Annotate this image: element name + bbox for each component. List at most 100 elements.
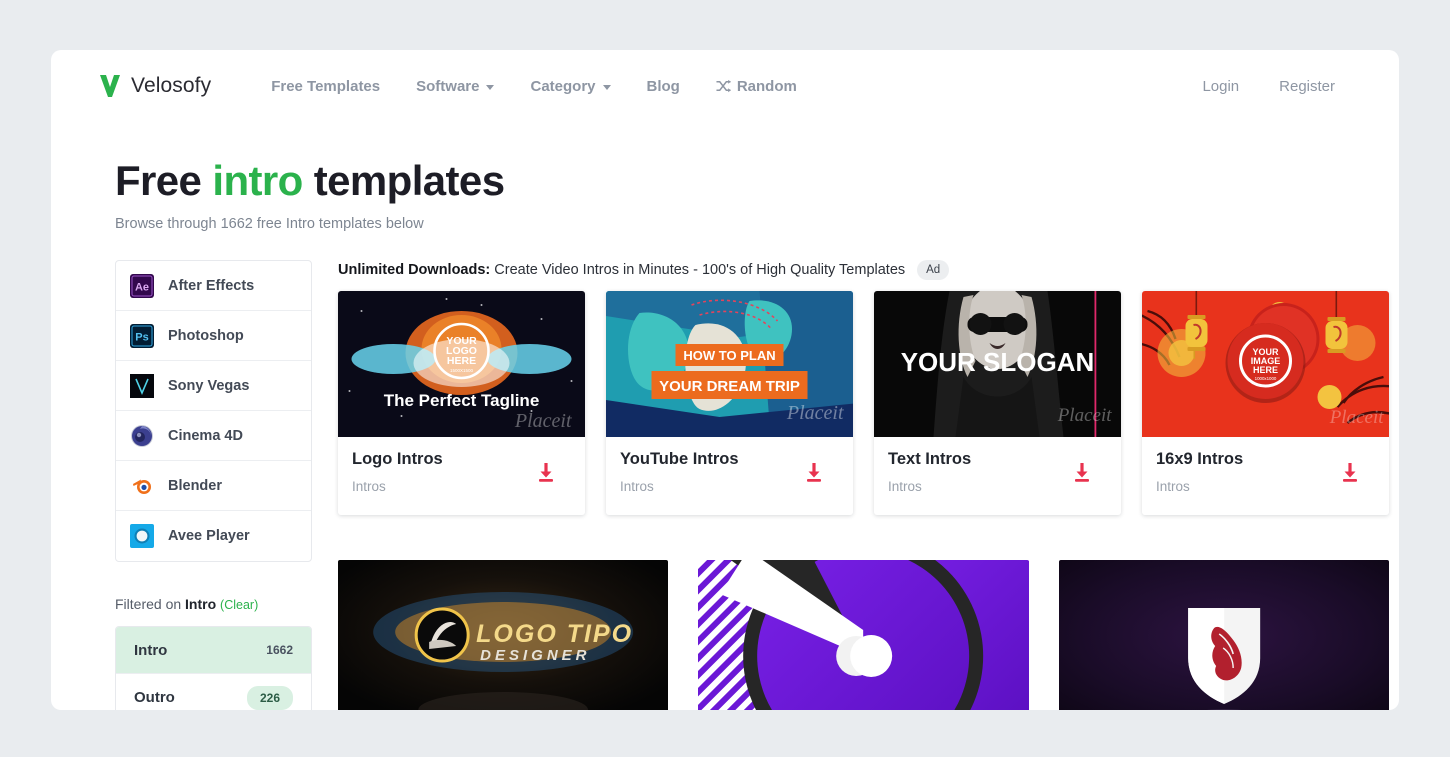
page-title-pre: Free	[115, 157, 213, 204]
nav-links: Free Templates Software Category Blog Ra…	[253, 70, 815, 103]
blender-icon	[130, 474, 154, 498]
template-thumb-white-shield-red-wolf[interactable]	[1058, 560, 1389, 710]
nav-link-label: Blog	[646, 77, 680, 95]
filtered-on-label: Filtered on Intro (Clear)	[115, 596, 312, 612]
software-filter-list: Ae After Effects Ps Photoshop Sony Vegas…	[115, 260, 312, 563]
download-icon[interactable]	[539, 463, 571, 499]
chevron-down-icon	[486, 84, 495, 90]
svg-text:LOGO TIPO: LOGO TIPO	[476, 620, 633, 648]
svg-text:1500X1500: 1500X1500	[450, 368, 474, 373]
ad-card-text-intros[interactable]: YOUR SLOGAN Placeit Text Intros Intros	[874, 291, 1121, 516]
ad-card-meta: YouTube Intros Intros	[606, 437, 853, 515]
nav-link-category[interactable]: Category	[512, 70, 628, 103]
after-effects-icon: Ae	[130, 273, 154, 298]
page-subtitle: Browse through 1662 free Intro templates…	[115, 216, 424, 233]
brand-logo[interactable]: Velosofy	[99, 74, 211, 98]
page-title-highlight: intro	[212, 157, 303, 204]
category-filter-list: Intro 1662 Outro 226	[115, 626, 312, 710]
sidebar-item-blender[interactable]: Blender	[116, 461, 311, 512]
nav-link-blog[interactable]: Blog	[629, 70, 698, 103]
travel-map-intro-thumbnail: HOW TO PLAN YOUR DREAM TRIP Placeit	[606, 291, 853, 438]
nav-link-label: Category	[530, 77, 596, 95]
ad-card-16x9-intros[interactable]: YOUR IMAGE HERE 1000x1000 Placeit 16x9 I…	[1142, 291, 1389, 516]
navbar: Velosofy Free Templates Software Categor…	[51, 50, 1399, 122]
sony-vegas-icon	[130, 373, 154, 398]
avee-player-icon	[130, 524, 154, 549]
ad-card-meta: 16x9 Intros Intros	[1142, 437, 1389, 515]
velosofy-v-logo-icon	[99, 74, 121, 98]
download-icon[interactable]	[1343, 463, 1375, 499]
filter-row-outro[interactable]: Outro 226	[116, 674, 311, 710]
filtered-value: Intro	[185, 596, 217, 613]
filter-count-badge: 226	[246, 685, 293, 710]
ad-banner-bold: Unlimited Downloads:	[338, 262, 491, 279]
template-thumb-logo-tipo-designer[interactable]: LOGO TIPO DESIGNER	[338, 560, 669, 710]
sidebar-item-label: Cinema 4D	[168, 427, 243, 444]
template-thumb-purple-circle-stripes[interactable]	[698, 560, 1029, 710]
login-button[interactable]: Login	[1190, 70, 1251, 103]
sidebar-item-after-effects[interactable]: Ae After Effects	[116, 261, 311, 312]
ad-card-logo-intros[interactable]: YOUR LOGO HERE 1500X1500 The Perfect Tag…	[338, 291, 585, 516]
sidebar: Ae After Effects Ps Photoshop Sony Vegas…	[115, 260, 312, 710]
svg-text:DESIGNER: DESIGNER	[480, 647, 590, 664]
sidebar-item-label: Photoshop	[168, 327, 244, 344]
download-icon[interactable]	[807, 463, 839, 499]
cinema-4d-icon	[130, 424, 154, 448]
sidebar-item-avee-player[interactable]: Avee Player	[116, 511, 311, 561]
page-container: Velosofy Free Templates Software Categor…	[51, 50, 1399, 710]
nav-link-label: Random	[736, 77, 797, 95]
nav-link-free-templates[interactable]: Free Templates	[253, 70, 398, 103]
svg-text:HERE: HERE	[447, 355, 476, 367]
nav-link-label: Free Templates	[271, 77, 381, 95]
page-title: Free intro templates	[115, 157, 1399, 204]
download-icon[interactable]	[1075, 463, 1107, 499]
svg-text:Placeit: Placeit	[1329, 407, 1385, 428]
ad-banner-text[interactable]: Unlimited Downloads: Create Video Intros…	[338, 262, 905, 278]
filtered-prefix: Filtered on	[115, 596, 186, 613]
nav-auth-group: Login Register	[1190, 70, 1347, 103]
nav-link-random[interactable]: Random	[698, 70, 815, 103]
nav-link-software[interactable]: Software	[398, 70, 512, 103]
register-button[interactable]: Register	[1267, 70, 1347, 103]
clear-filter-link[interactable]: (Clear)	[220, 598, 258, 612]
ad-card-grid: YOUR LOGO HERE 1500X1500 The Perfect Tag…	[338, 291, 1389, 516]
svg-text:YOUR DREAM TRIP: YOUR DREAM TRIP	[659, 378, 800, 395]
filter-row-intro[interactable]: Intro 1662	[116, 627, 311, 675]
sidebar-item-label: Avee Player	[168, 528, 250, 545]
svg-text:HOW TO PLAN: HOW TO PLAN	[683, 348, 775, 363]
svg-text:HERE: HERE	[1253, 365, 1278, 375]
main-content: Unlimited Downloads: Create Video Intros…	[338, 260, 1399, 710]
brand-name: Velosofy	[131, 74, 212, 97]
svg-text:The Perfect Tagline: The Perfect Tagline	[384, 391, 540, 410]
chinese-lantern-intro-thumbnail: YOUR IMAGE HERE 1000x1000 Placeit	[1142, 291, 1389, 438]
ad-badge: Ad	[917, 260, 950, 281]
ad-card-meta: Logo Intros Intros	[338, 437, 585, 515]
ad-banner-rest: Create Video Intros in Minutes - 100's o…	[490, 262, 906, 279]
sidebar-item-cinema-4d[interactable]: Cinema 4D	[116, 411, 311, 462]
sidebar-item-photoshop[interactable]: Ps Photoshop	[116, 311, 311, 362]
filter-count: 1662	[266, 643, 293, 658]
sidebar-item-label: After Effects	[168, 277, 255, 294]
shuffle-icon	[716, 79, 731, 93]
ad-card-youtube-intros[interactable]: HOW TO PLAN YOUR DREAM TRIP Placeit YouT…	[606, 291, 853, 516]
template-grid: LOGO TIPO DESIGNER	[338, 560, 1389, 710]
body-grid: Ae After Effects Ps Photoshop Sony Vegas…	[51, 232, 1399, 710]
photoshop-icon: Ps	[130, 323, 154, 348]
svg-text:1000x1000: 1000x1000	[1255, 376, 1277, 381]
ad-banner-header: Unlimited Downloads: Create Video Intros…	[338, 260, 1389, 281]
page-title-post: templates	[302, 157, 505, 204]
sidebar-item-sony-vegas[interactable]: Sony Vegas	[116, 361, 311, 412]
ad-card-meta: Text Intros Intros	[874, 437, 1121, 515]
svg-text:Placeit: Placeit	[514, 410, 572, 432]
sidebar-item-label: Blender	[168, 477, 222, 494]
filter-label: Intro	[134, 641, 168, 659]
nav-link-label: Software	[416, 77, 480, 95]
svg-text:Ps: Ps	[135, 331, 148, 343]
svg-text:Placeit: Placeit	[786, 402, 844, 424]
page-header: Free intro templates Browse through 1662…	[51, 122, 1399, 232]
sidebar-item-label: Sony Vegas	[168, 377, 250, 394]
svg-text:Ae: Ae	[135, 281, 149, 293]
fashion-portrait-intro-thumbnail: YOUR SLOGAN Placeit	[874, 291, 1121, 438]
logo-explosion-intro-thumbnail: YOUR LOGO HERE 1500X1500 The Perfect Tag…	[338, 291, 585, 438]
filter-label: Outro	[134, 689, 175, 707]
